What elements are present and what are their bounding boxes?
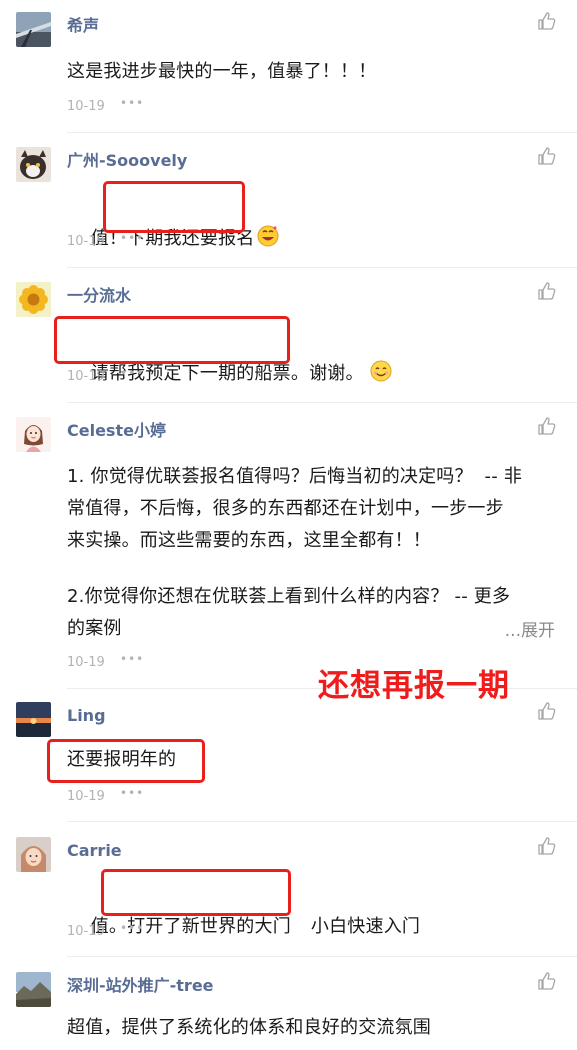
divider — [67, 267, 577, 268]
avatar[interactable] — [16, 147, 51, 182]
comment-text-line: 1. 你觉得优联荟报名值得吗？后悔当初的决定吗？ -- 非 — [67, 466, 523, 487]
comment-text-highlighted: 下期我还要报名 — [127, 228, 255, 249]
comment-text-suffix: 。谢谢。 — [290, 363, 364, 384]
commenter-name[interactable]: 一分流水 — [67, 285, 131, 307]
avatar[interactable] — [16, 702, 51, 737]
comment-date: 10-19 — [67, 99, 105, 114]
avatar[interactable] — [16, 417, 51, 452]
comment-date: 10-19 — [67, 234, 105, 249]
thumbs-up-icon[interactable] — [537, 971, 557, 991]
thumbs-up-icon[interactable] — [537, 146, 557, 166]
comment-text-suffix: 小白快速入门 — [310, 916, 421, 937]
divider — [67, 132, 577, 133]
comment-text-line: 常值得，不后悔，很多的东西都还在计划中，一步一步 — [67, 498, 504, 519]
grinning-face-with-hearts-icon — [257, 225, 279, 247]
commenter-name[interactable]: Carrie — [67, 840, 122, 862]
comment-date: 10-19 — [67, 789, 105, 804]
divider — [67, 402, 577, 403]
commenter-name[interactable]: 希声 — [67, 15, 99, 37]
ellipsis-icon[interactable]: ••• — [120, 96, 144, 110]
comment-date: 10-19 — [67, 369, 105, 384]
ellipsis-icon[interactable]: ••• — [120, 231, 144, 245]
comment-date: 10-19 — [67, 655, 105, 670]
commenter-name[interactable]: Celeste小婷 — [67, 420, 166, 442]
divider — [67, 821, 577, 822]
avatar[interactable] — [16, 837, 51, 872]
commenter-name[interactable]: Ling — [67, 705, 106, 727]
ellipsis-icon[interactable]: ••• — [120, 366, 144, 380]
thumbs-up-icon[interactable] — [537, 11, 557, 31]
avatar[interactable] — [16, 12, 51, 47]
thumbs-up-icon[interactable] — [537, 281, 557, 301]
thumbs-up-icon[interactable] — [537, 701, 557, 721]
comment-text-highlighted: 打开了新世界的大门 — [127, 916, 291, 937]
comment-text-line: 的案例 — [67, 618, 122, 639]
comment-text-line: 来实操。而这些需要的东西，这里全都有！！ — [67, 530, 431, 551]
annotation-label: 还想再报一期 — [318, 668, 510, 704]
avatar[interactable] — [16, 282, 51, 317]
comment-text: 超值，提供了系统化的体系和良好的交流氛围 — [67, 1017, 431, 1038]
ellipsis-icon[interactable]: ••• — [120, 786, 144, 800]
ellipsis-icon[interactable]: ••• — [120, 921, 144, 935]
thumbs-up-icon[interactable] — [537, 836, 557, 856]
comment-date: 10-19 — [67, 924, 105, 939]
expand-link[interactable]: ...展开 — [505, 616, 555, 641]
comment-text: 这是我进步最快的一年，值暴了！！！ — [67, 61, 377, 82]
thumbs-up-icon[interactable] — [537, 416, 557, 436]
commenter-name[interactable]: 广州-Sooovely — [67, 150, 187, 172]
ellipsis-icon[interactable]: ••• — [120, 652, 144, 666]
comment-text-highlighted: 还要报明年的 — [67, 749, 177, 770]
commenter-name[interactable]: 深圳-站外推广-tree — [67, 975, 214, 997]
divider — [67, 956, 577, 957]
avatar[interactable] — [16, 972, 51, 1007]
comment-text-line: 2.你觉得你还想在优联荟上看到什么样的内容？ -- 更多 — [67, 586, 511, 607]
smiling-face-icon — [370, 360, 392, 382]
